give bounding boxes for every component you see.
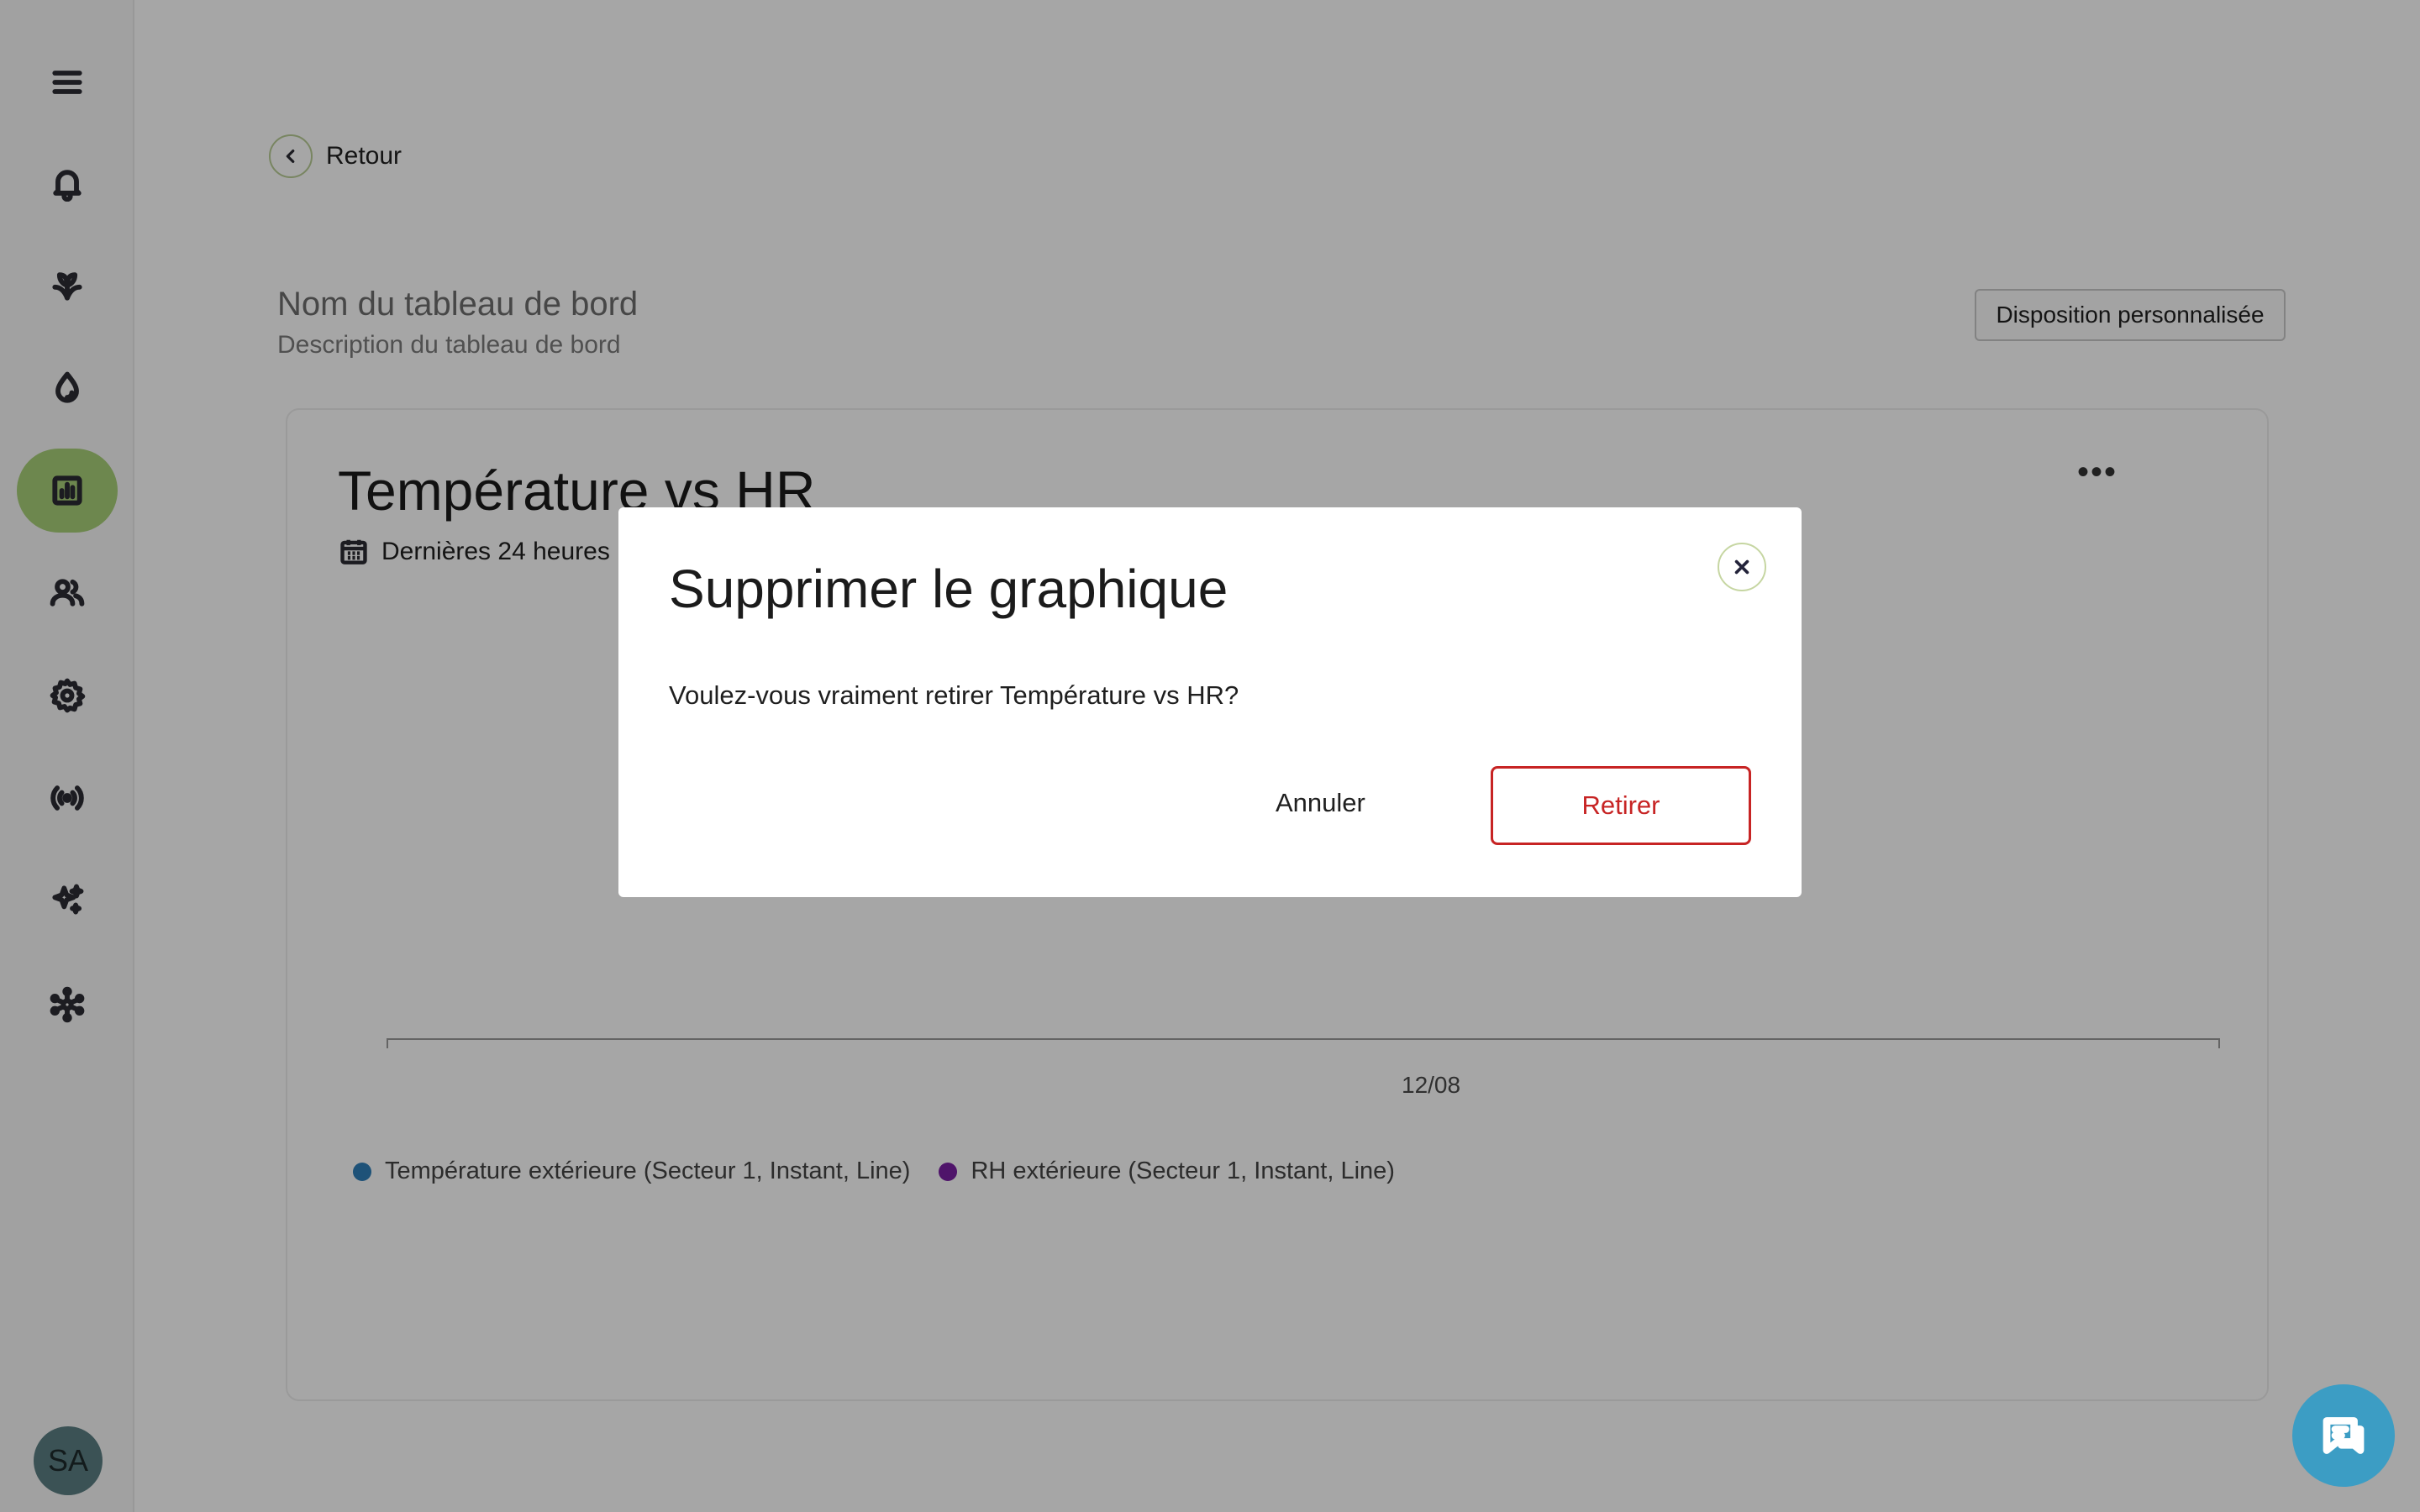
close-button[interactable] bbox=[1718, 543, 1766, 591]
remove-button[interactable]: Retirer bbox=[1491, 766, 1751, 845]
chat-button[interactable] bbox=[2292, 1384, 2395, 1487]
close-icon bbox=[1734, 559, 1749, 575]
chat-icon bbox=[2323, 1417, 2365, 1454]
dialog-message: Voulez-vous vraiment retirer Température… bbox=[669, 680, 1239, 710]
cancel-button[interactable]: Annuler bbox=[1276, 788, 1365, 818]
dialog-title: Supprimer le graphique bbox=[669, 559, 1228, 619]
